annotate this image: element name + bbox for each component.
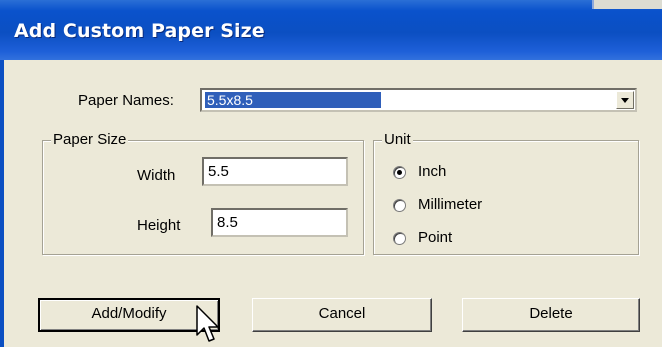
chevron-down-icon <box>621 98 629 103</box>
unit-option-label: Point <box>418 229 453 246</box>
mouse-pointer-icon <box>196 305 219 342</box>
window-frame-left <box>0 60 4 347</box>
radio-inch[interactable] <box>393 166 406 179</box>
unit-option-label: Inch <box>418 163 447 180</box>
unit-group: Unit <box>373 131 639 255</box>
delete-button[interactable]: Delete <box>462 298 640 332</box>
radio-selected-dot <box>397 170 402 175</box>
radio-millimeter[interactable] <box>393 199 406 212</box>
dropdown-button[interactable] <box>616 91 634 109</box>
dialog-title: Add Custom Paper Size <box>14 20 265 42</box>
width-input[interactable]: 5.5 <box>202 157 348 186</box>
unit-group-title: Unit <box>382 131 413 148</box>
add-modify-button[interactable]: Add/Modify <box>38 298 220 332</box>
dialog-titlebar[interactable]: Add Custom Paper Size <box>0 0 662 60</box>
height-label: Height <box>137 217 181 234</box>
paper-names-dropdown[interactable]: 5.5x8.5 <box>200 88 637 112</box>
paper-names-label: Paper Names: <box>78 92 174 109</box>
cancel-button[interactable]: Cancel <box>252 298 432 332</box>
paper-names-selected-value: 5.5x8.5 <box>205 92 381 108</box>
radio-point[interactable] <box>393 232 406 245</box>
paper-size-group-title: Paper Size <box>51 131 129 148</box>
background-window-edge <box>592 0 662 9</box>
unit-option-label: Millimeter <box>418 196 483 213</box>
width-label: Width <box>137 167 176 184</box>
height-input[interactable]: 8.5 <box>211 208 348 237</box>
